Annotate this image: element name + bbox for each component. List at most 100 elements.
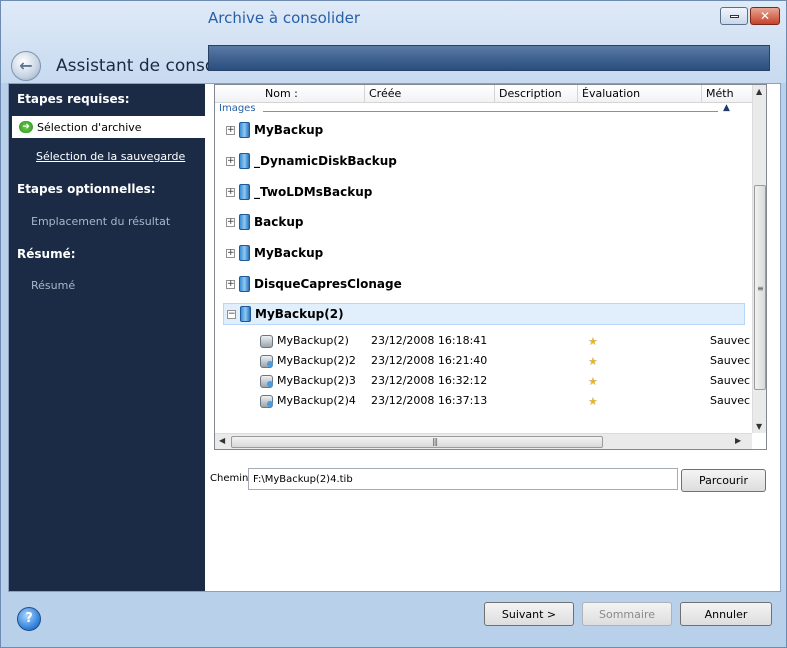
archive-name: _TwoLDMsBackup [254, 185, 373, 199]
archive-icon [239, 245, 250, 261]
path-field[interactable] [248, 468, 678, 490]
archive-name: Backup [254, 215, 304, 229]
backup-name: MyBackup(2)2 [277, 354, 356, 367]
incremental-backup-icon [260, 355, 273, 368]
sidebar-item-summary[interactable]: Résumé [31, 279, 75, 292]
scroll-thumb[interactable]: ≡ [754, 185, 766, 390]
collapse-icon[interactable]: − [227, 309, 236, 319]
backup-name: MyBackup(2) [277, 334, 349, 347]
summary-heading: Résumé: [17, 247, 76, 261]
header-bar [208, 45, 770, 71]
archive-row[interactable]: + DisqueCapresClonage [215, 273, 752, 295]
archive-icon [240, 306, 251, 322]
backup-name: MyBackup(2)3 [277, 374, 356, 387]
steps-sidebar: Etapes requises: ➜ Sélection d'archive S… [9, 84, 205, 591]
sidebar-item-label: Sélection d'archive [37, 120, 142, 134]
grip-icon: ||| [432, 437, 438, 446]
expand-icon[interactable]: + [226, 248, 235, 258]
archive-row-selected[interactable]: − MyBackup(2) [223, 303, 745, 325]
archive-row[interactable]: + _TwoLDMsBackup [215, 181, 752, 203]
list-header: Nom : Créée Description Évaluation Méth [215, 85, 752, 103]
archive-icon [239, 153, 250, 169]
backup-created: 23/12/2008 16:32:12 [371, 374, 488, 387]
page-title: Archive à consolider [208, 9, 361, 27]
expand-icon[interactable]: + [226, 125, 235, 135]
star-icon[interactable]: ☆ [588, 394, 598, 409]
backup-method: Sauvec [710, 374, 751, 387]
summary-button[interactable]: Sommaire [582, 602, 672, 626]
chevron-up-icon[interactable]: ▲ [723, 103, 730, 113]
next-button[interactable]: Suivant > [484, 602, 574, 626]
expand-icon[interactable]: + [226, 279, 235, 289]
wizard-window: ✕ ← Assistant de consolidation Etapes re… [0, 0, 787, 648]
archive-icon [239, 184, 250, 200]
column-description[interactable]: Description [495, 85, 578, 103]
expand-icon[interactable]: + [226, 156, 235, 166]
minimize-icon [729, 14, 739, 18]
help-icon[interactable]: ? [17, 607, 41, 631]
archive-icon [239, 214, 250, 230]
backup-created: 23/12/2008 16:18:41 [371, 334, 488, 347]
archive-name: DisqueCapresClonage [254, 277, 402, 291]
current-step-arrow-icon: ➜ [19, 121, 33, 133]
expand-icon[interactable]: + [226, 217, 235, 227]
incremental-backup-icon [260, 375, 273, 388]
column-name[interactable]: Nom : [215, 85, 365, 103]
scroll-up-icon[interactable]: ▲ [756, 87, 762, 96]
backup-name: MyBackup(2)4 [277, 394, 356, 407]
group-header[interactable]: Images ▲ [215, 103, 752, 119]
backup-row[interactable]: MyBackup(2)4 23/12/2008 16:37:13 ★ ★ ★ ☆ ☆ S… [215, 393, 752, 410]
archive-row[interactable]: + MyBackup [215, 119, 752, 141]
column-rating[interactable]: Évaluation [578, 85, 702, 103]
archive-name: _DynamicDiskBackup [254, 154, 397, 168]
vertical-scrollbar[interactable]: ▲ ≡ ▼ [752, 85, 766, 433]
group-label: Images [219, 103, 256, 114]
archive-row[interactable]: + _DynamicDiskBackup [215, 150, 752, 172]
backup-row[interactable]: MyBackup(2)2 23/12/2008 16:21:40 ★ ★ ★ ☆ ☆ S… [215, 353, 752, 370]
scroll-down-icon[interactable]: ▼ [756, 422, 762, 431]
backup-row[interactable]: MyBackup(2) 23/12/2008 16:18:41 ★ ★ ★ ☆ ☆ Sa… [215, 333, 752, 350]
column-method[interactable]: Méth [702, 85, 752, 103]
grip-icon: ≡ [757, 284, 764, 293]
archive-row[interactable]: + MyBackup [215, 242, 752, 264]
scroll-left-icon[interactable]: ◀ [219, 436, 225, 445]
archive-name: MyBackup [254, 123, 324, 137]
backup-method: Sauvec [710, 354, 751, 367]
column-created[interactable]: Créée [365, 85, 495, 103]
star-icon[interactable]: ☆ [588, 374, 598, 389]
expand-icon[interactable]: + [226, 187, 235, 197]
back-button[interactable]: ← [11, 51, 41, 81]
scroll-right-icon[interactable]: ▶ [735, 436, 741, 445]
minimize-button[interactable] [720, 7, 748, 25]
window-controls: ✕ [720, 7, 780, 25]
cancel-button[interactable]: Annuler [680, 602, 772, 626]
star-icon[interactable]: ☆ [588, 354, 598, 369]
scroll-thumb[interactable]: ||| [231, 436, 603, 448]
sidebar-item-result-location[interactable]: Emplacement du résultat [31, 215, 170, 228]
archive-row[interactable]: + Backup [215, 211, 752, 233]
optional-steps-heading: Etapes optionnelles: [17, 182, 156, 196]
star-icon[interactable]: ☆ [588, 334, 598, 349]
archive-name: MyBackup(2) [255, 307, 344, 321]
back-arrow-icon: ← [19, 56, 33, 75]
browse-button[interactable]: Parcourir [681, 469, 766, 492]
archive-list[interactable]: Nom : Créée Description Évaluation Méth … [214, 84, 767, 450]
archive-icon [239, 276, 250, 292]
archive-icon [239, 122, 250, 138]
horizontal-scrollbar[interactable]: ◀ ||| ▶ [215, 433, 752, 449]
backup-row[interactable]: MyBackup(2)3 23/12/2008 16:32:12 ★ ★ ★ ☆ ☆ S… [215, 373, 752, 390]
backup-method: Sauvec [710, 394, 751, 407]
backup-created: 23/12/2008 16:21:40 [371, 354, 488, 367]
close-button[interactable]: ✕ [750, 7, 780, 25]
close-icon: ✕ [759, 9, 771, 23]
backup-method: Sauvec [710, 334, 751, 347]
sidebar-item-backup-selection[interactable]: Sélection de la sauvegarde [36, 150, 185, 163]
full-backup-icon [260, 335, 273, 348]
required-steps-heading: Etapes requises: [17, 92, 130, 106]
footer: ? Suivant > Sommaire Annuler [1, 592, 786, 647]
incremental-backup-icon [260, 395, 273, 408]
group-divider [263, 111, 718, 112]
backup-created: 23/12/2008 16:37:13 [371, 394, 488, 407]
sidebar-item-archive-selection[interactable]: ➜ Sélection d'archive [12, 116, 205, 138]
archive-name: MyBackup [254, 246, 324, 260]
